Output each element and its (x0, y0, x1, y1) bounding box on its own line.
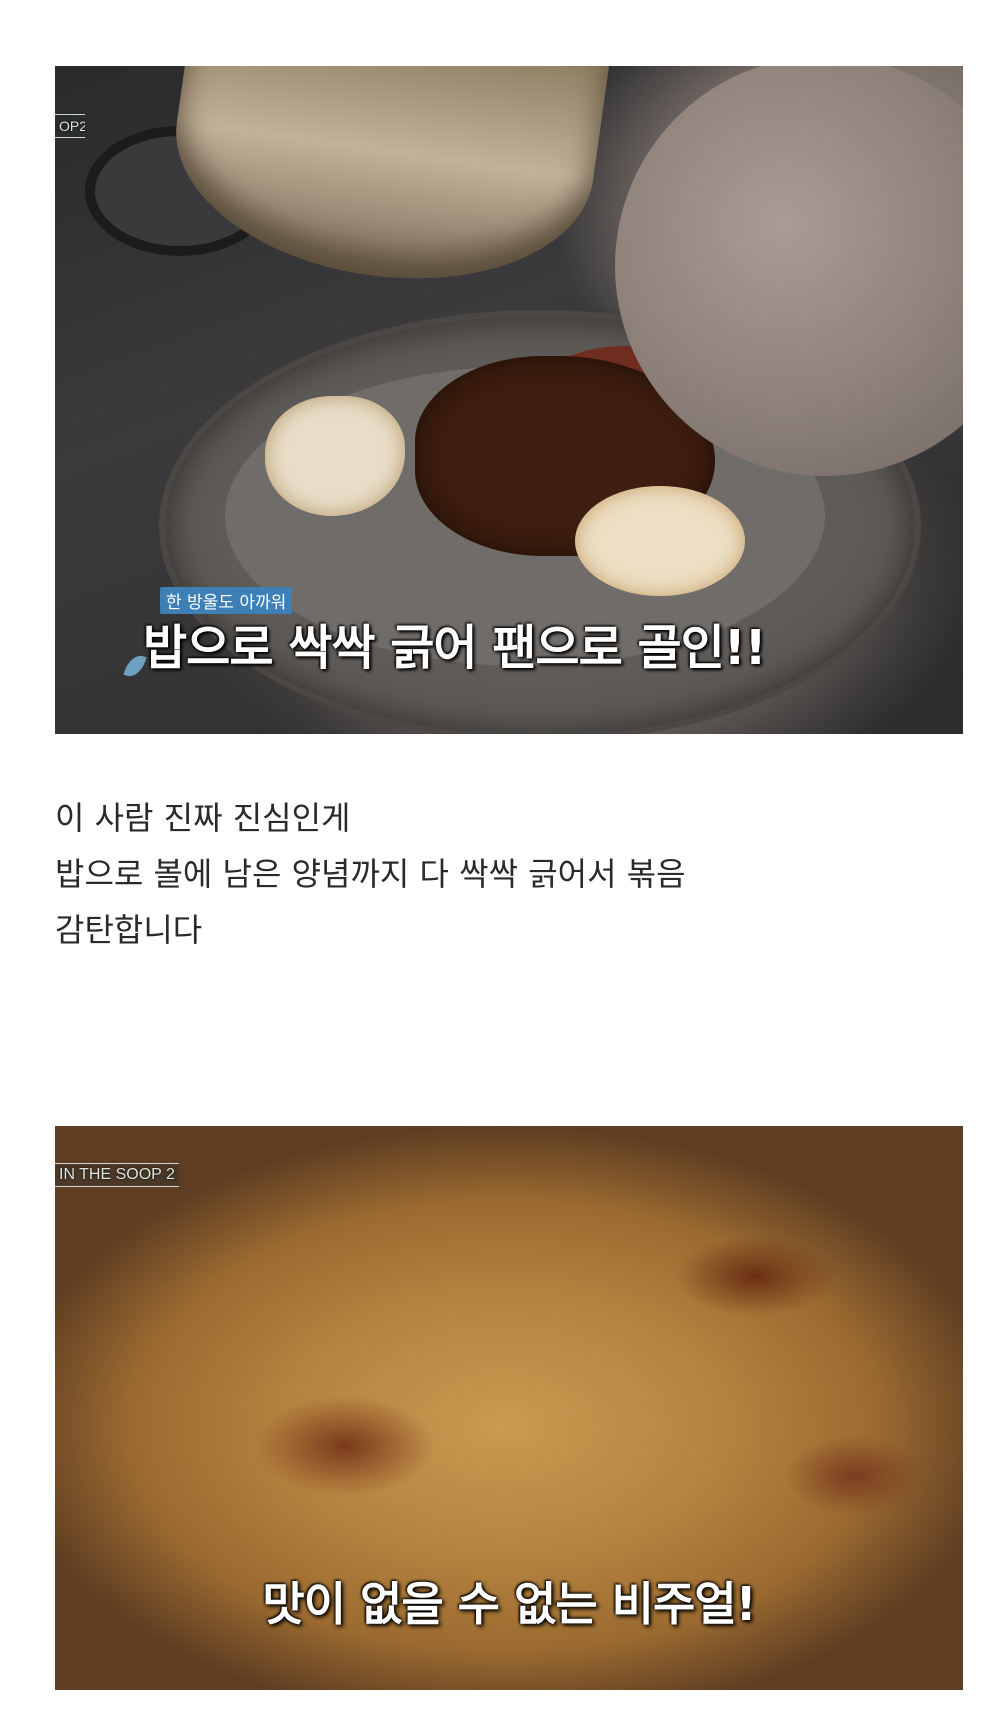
show-logo: IN THE SOOP 2 (55, 1163, 179, 1187)
cooking-photo-pan: OP2 한 방울도 아까워 밥으로 싹싹 긁어 팬으로 골인!! (55, 66, 963, 734)
rice-clump (575, 486, 745, 596)
metal-bowl (159, 66, 611, 305)
body-line: 이 사람 진짜 진심인게 (55, 799, 351, 837)
body-line: 밥으로 볼에 남은 양념까지 다 싹싹 긁어서 볶음 (55, 855, 686, 893)
show-logo: OP2 (55, 114, 85, 138)
post-body-text: 이 사람 진짜 진심인게 밥으로 볼에 남은 양념까지 다 싹싹 긁어서 볶음 … (55, 790, 955, 958)
caption-subtitle: 맛이 없을 수 없는 비주얼! (262, 1577, 756, 1631)
fried-rice-photo: IN THE SOOP 2 맛이 없을 수 없는 비주얼! (55, 1126, 963, 1690)
body-line: 감탄합니다 (55, 911, 203, 949)
caption-subtitle-big: 밥으로 싹싹 긁어 팬으로 골인!! (143, 620, 767, 676)
